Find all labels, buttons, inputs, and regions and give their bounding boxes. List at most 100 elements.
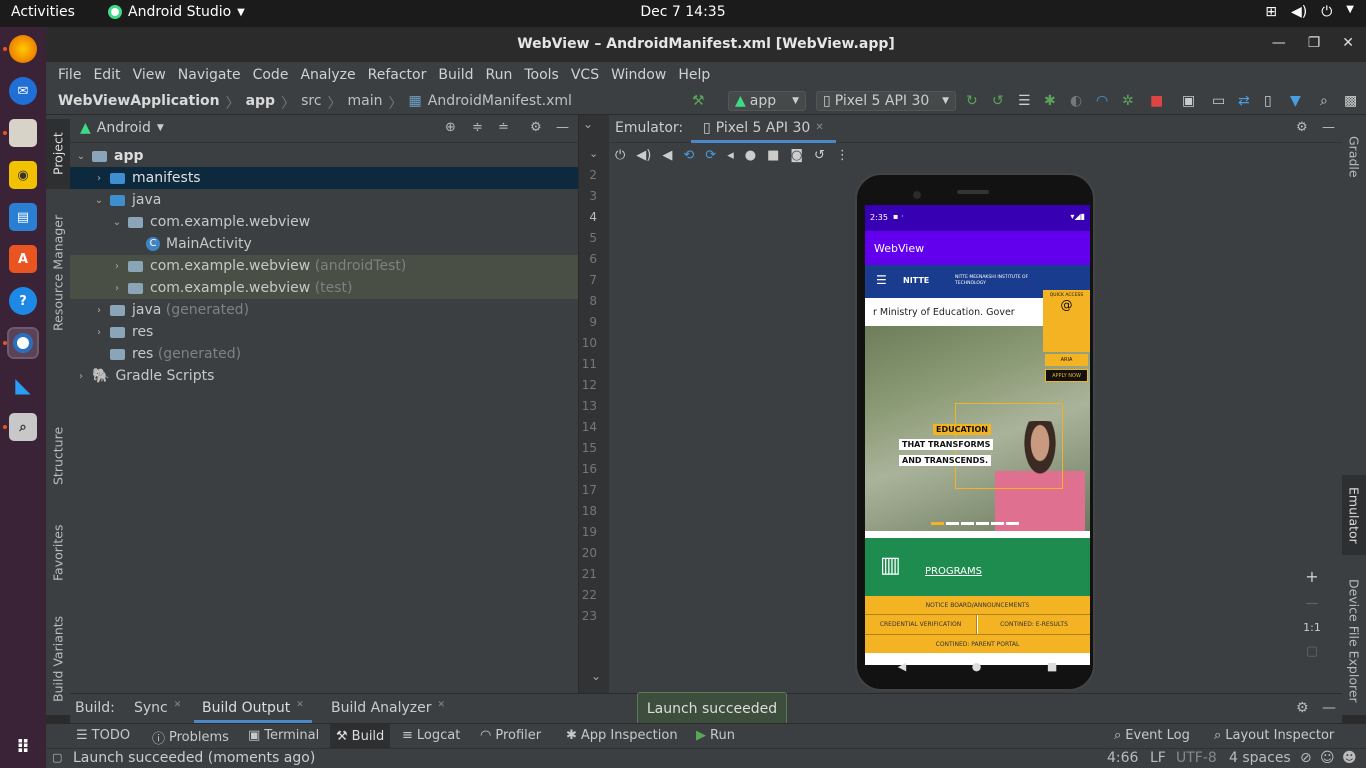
view-mode-dropdown[interactable]: ▲ Android ▼ bbox=[80, 120, 164, 136]
tree-item-gradle-scripts[interactable]: › 🐘 Gradle Scripts bbox=[70, 365, 578, 387]
project-structure-icon[interactable]: ▣ bbox=[1182, 91, 1195, 111]
hide-icon[interactable]: — bbox=[1322, 700, 1336, 716]
expand-all-icon[interactable]: ≑ bbox=[472, 120, 483, 135]
menu-tools[interactable]: Tools bbox=[518, 67, 565, 83]
gear-icon[interactable]: ⚙ bbox=[1296, 120, 1308, 135]
hammer-icon[interactable]: ⚒ bbox=[692, 91, 705, 111]
tree-item-res-generated[interactable]: res (generated) bbox=[70, 343, 578, 365]
tab-project[interactable]: Project bbox=[46, 119, 70, 189]
programs-link[interactable]: PROGRAMS bbox=[925, 566, 982, 577]
rotate-left-icon[interactable]: ⟲ bbox=[683, 148, 694, 163]
clock[interactable]: Dec 7 14:35 bbox=[0, 4, 1366, 20]
android-studio-dock-icon[interactable] bbox=[7, 327, 39, 359]
tab-build[interactable]: ⚒ Build bbox=[330, 724, 391, 749]
volume-up-icon[interactable]: ◀) bbox=[636, 148, 651, 163]
menu-view[interactable]: View bbox=[127, 67, 172, 83]
menu-run[interactable]: Run bbox=[480, 67, 519, 83]
firefox-icon[interactable] bbox=[9, 35, 37, 63]
account-icon[interactable]: ▩ bbox=[1344, 91, 1357, 111]
tree-item-app[interactable]: ⌄ app bbox=[70, 145, 578, 167]
e-results-button[interactable]: CONTINED: E-RESULTS bbox=[978, 615, 1090, 634]
gear-icon[interactable]: ⚙ bbox=[530, 120, 542, 135]
phone-screen[interactable]: 2:35 ▪ · ▾◢▮ WebView ☰ NITTE NITTE MEENA… bbox=[865, 205, 1090, 665]
notifications-icon[interactable]: ☻ bbox=[1342, 750, 1357, 766]
credential-verification-button[interactable]: CREDENTIAL VERIFICATION bbox=[865, 615, 977, 634]
zoom-ratio[interactable]: 1:1 bbox=[1303, 621, 1321, 634]
overview-icon[interactable]: ■ bbox=[767, 148, 779, 163]
more-icon[interactable]: ⋮ bbox=[836, 148, 849, 163]
tab-favorites[interactable]: Favorites bbox=[46, 513, 70, 593]
tab-terminal[interactable]: ▣ Terminal bbox=[248, 728, 319, 743]
profiler-icon[interactable]: ◠ bbox=[1096, 91, 1108, 111]
recents-icon[interactable]: ■ bbox=[1047, 660, 1057, 673]
close-icon[interactable]: ✕ bbox=[296, 700, 304, 720]
indent-setting[interactable]: 4 spaces bbox=[1229, 750, 1291, 766]
hamburger-icon[interactable]: ☰ bbox=[876, 273, 887, 287]
tab-logcat[interactable]: ≡ Logcat bbox=[402, 728, 460, 743]
notice-board-button[interactable]: NOTICE BOARD/ANNOUNCEMENTS bbox=[865, 596, 1090, 615]
breadcrumb-project[interactable]: WebViewApplication bbox=[58, 93, 220, 113]
run-config-dropdown[interactable]: ▲ app ▼ bbox=[728, 91, 806, 111]
apply-changes-icon[interactable]: ↻ bbox=[966, 91, 978, 111]
list-icon[interactable]: ☰ bbox=[1018, 91, 1031, 111]
emulator-device-tab[interactable]: ▯ Pixel 5 API 30 ✕ bbox=[691, 115, 836, 143]
tab-app-inspection[interactable]: ✱ App Inspection bbox=[566, 728, 678, 743]
minimize-icon[interactable]: — bbox=[1272, 35, 1286, 51]
tab-build-analyzer[interactable]: Build Analyzer ✕ bbox=[331, 700, 445, 716]
tab-device-file-explorer[interactable]: Device File Explorer bbox=[1342, 571, 1366, 711]
rhythmbox-icon[interactable]: ◉ bbox=[9, 161, 37, 189]
tab-build-output[interactable]: Build Output ✕ bbox=[194, 694, 312, 723]
camera-icon[interactable]: ◙ bbox=[790, 148, 803, 163]
debug-icon[interactable]: ✱ bbox=[1044, 91, 1056, 111]
close-icon[interactable]: ✕ bbox=[174, 700, 182, 716]
writer-icon[interactable]: ▤ bbox=[9, 203, 37, 231]
status-toggle-icon[interactable]: ▢ bbox=[52, 751, 62, 764]
tab-sync[interactable]: Sync ✕ bbox=[134, 700, 181, 716]
tree-item-mainactivity[interactable]: C MainActivity bbox=[70, 233, 578, 255]
menu-code[interactable]: Code bbox=[247, 67, 295, 83]
show-apps-icon[interactable]: ⠿ bbox=[9, 733, 37, 761]
caret-position[interactable]: 4:66 bbox=[1107, 750, 1138, 766]
tree-item-manifests[interactable]: › manifests bbox=[70, 167, 578, 189]
close-icon[interactable]: ✕ bbox=[1342, 35, 1354, 51]
software-icon[interactable]: A bbox=[9, 245, 37, 273]
quick-access-panel[interactable]: QUICK ACCESS @ bbox=[1043, 290, 1090, 352]
home-icon[interactable]: ● bbox=[972, 660, 982, 673]
device-dropdown[interactable]: ▯ Pixel 5 API 30 ▼ bbox=[816, 91, 956, 111]
zoom-out-icon[interactable]: — bbox=[1306, 596, 1319, 611]
power-icon[interactable]: ⏻ bbox=[615, 148, 625, 163]
line-separator[interactable]: LF bbox=[1150, 750, 1166, 766]
status-message[interactable]: Launch succeeded (moments ago) bbox=[73, 750, 315, 766]
attach-debugger-icon[interactable]: ✲ bbox=[1122, 91, 1134, 111]
file-encoding[interactable]: UTF-8 bbox=[1176, 750, 1217, 766]
zoom-in-icon[interactable]: + bbox=[1305, 567, 1318, 586]
collapse-all-icon[interactable]: ≐ bbox=[498, 120, 509, 135]
help-icon[interactable]: ? bbox=[9, 287, 37, 315]
image-viewer-icon[interactable]: ⌕ bbox=[9, 413, 37, 441]
hide-icon[interactable]: — bbox=[556, 120, 569, 135]
site-logo[interactable]: NITTE bbox=[903, 276, 929, 285]
tab-build-variants[interactable]: Build Variants bbox=[46, 609, 70, 709]
system-tray[interactable]: ⊞ ◀) ⏻ ▼ bbox=[1265, 4, 1354, 20]
stop-icon[interactable]: ■ bbox=[1150, 91, 1163, 111]
scroll-down-icon[interactable]: ⌄ bbox=[591, 669, 601, 683]
home-icon[interactable]: ● bbox=[745, 148, 756, 163]
rotate-right-icon[interactable]: ⟳ bbox=[705, 148, 716, 163]
parent-portal-button[interactable]: CONTINED: PARENT PORTAL bbox=[865, 634, 1090, 653]
menu-refactor[interactable]: Refactor bbox=[362, 67, 433, 83]
breadcrumb-src[interactable]: src bbox=[301, 93, 321, 113]
chevron-down-icon[interactable]: ⌄ bbox=[583, 117, 593, 131]
menu-build[interactable]: Build bbox=[432, 67, 479, 83]
tab-problems[interactable]: ⓘ Problems bbox=[152, 728, 229, 747]
hide-icon[interactable]: — bbox=[1322, 120, 1335, 135]
menu-navigate[interactable]: Navigate bbox=[172, 67, 247, 83]
tab-structure[interactable]: Structure bbox=[46, 415, 70, 497]
fit-screen-icon[interactable]: ▢ bbox=[1306, 644, 1318, 659]
close-icon[interactable]: ✕ bbox=[438, 700, 446, 716]
apply-now-button[interactable]: APPLY NOW bbox=[1045, 369, 1088, 382]
menu-window[interactable]: Window bbox=[605, 67, 672, 83]
tab-gradle[interactable]: Gradle bbox=[1342, 125, 1366, 189]
back-icon[interactable]: ◂ bbox=[727, 148, 734, 163]
menu-analyze[interactable]: Analyze bbox=[294, 67, 361, 83]
search-icon[interactable]: ⌕ bbox=[1320, 91, 1328, 111]
